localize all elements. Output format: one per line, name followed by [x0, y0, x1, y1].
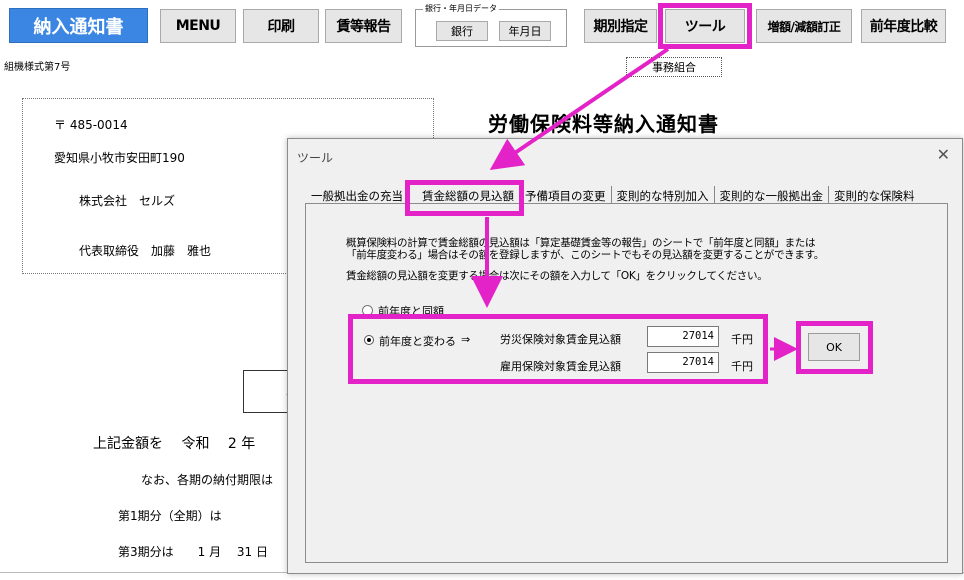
- annotation-arrows: [471, 47, 798, 361]
- arrow-to-tab: [489, 47, 670, 170]
